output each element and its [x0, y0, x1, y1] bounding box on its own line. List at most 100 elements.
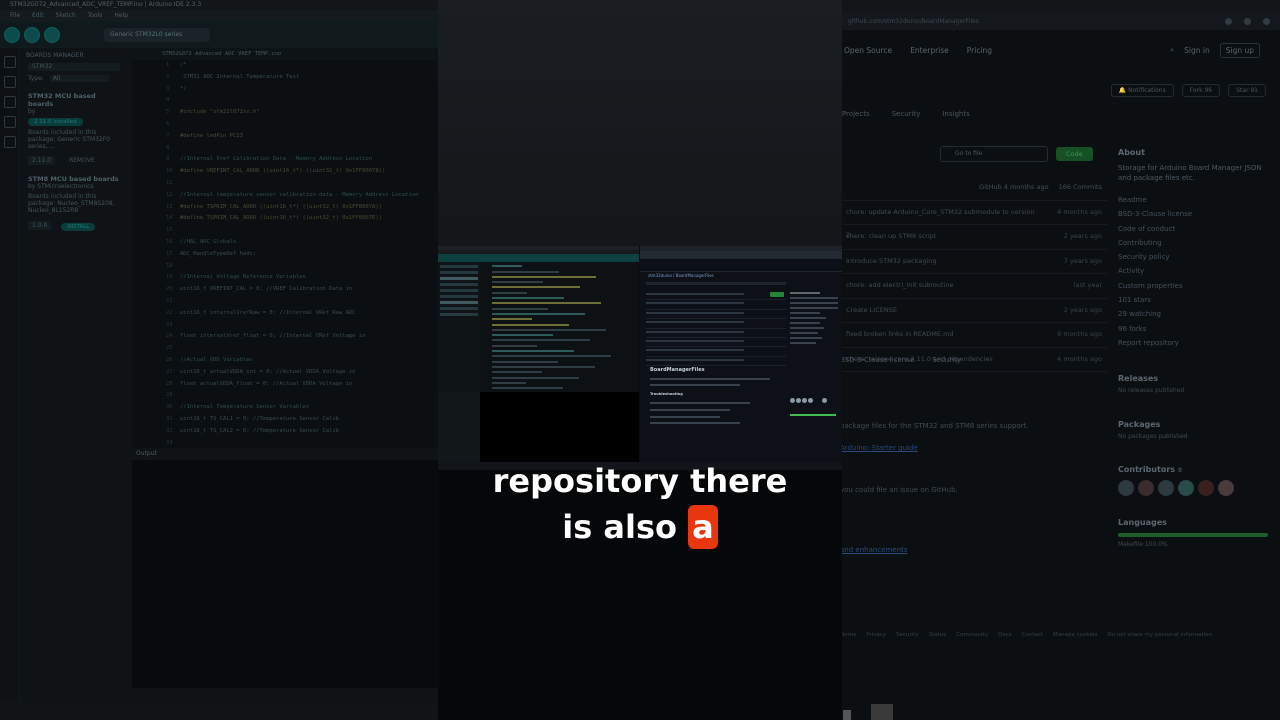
footer-link[interactable]: Community [956, 632, 988, 638]
star-button[interactable]: Star 91 [1228, 83, 1266, 97]
debug-panel-icon[interactable] [4, 116, 16, 128]
footer-link[interactable]: Docs [998, 632, 1012, 638]
notifications-button[interactable]: 🔔 Notifications [1110, 83, 1174, 97]
tab-license[interactable]: BSD-3-Clause license [840, 356, 914, 364]
readme-link[interactable]: and enhancements [840, 544, 1108, 556]
about-meta-item[interactable]: 96 forks [1118, 322, 1276, 336]
remove-button[interactable]: REMOVE [69, 157, 95, 164]
footer-link[interactable]: Manage cookies [1053, 632, 1097, 638]
commit-message[interactable]: Introduce STM32 packaging [846, 250, 1042, 274]
commits-link[interactable]: 166 Commits [1059, 176, 1102, 200]
upload-icon[interactable] [24, 27, 40, 43]
menu-tools[interactable]: Tools [88, 12, 103, 19]
footer-link[interactable]: Terms [840, 632, 856, 638]
readme-link[interactable]: Arduino: Starter guide [840, 442, 1108, 454]
code-editor[interactable]: STM32G072 Advanced ADC VREF TEMP.ino 1 /*… [132, 48, 440, 528]
boards-manager-panel: BOARDS MANAGER STM32 Type: All STM32 MCU… [20, 48, 128, 448]
verify-icon[interactable] [4, 27, 20, 43]
releases-title[interactable]: Releases [1118, 374, 1184, 383]
file-tab[interactable]: STM32G072 Advanced ADC VREF TEMP.ino [132, 48, 440, 60]
board-selector[interactable]: Generic STM32L0 series [104, 28, 210, 42]
sign-up-button[interactable]: Sign up [1219, 42, 1260, 58]
about-meta-item[interactable]: 101 stars [1118, 293, 1276, 307]
commit-age: 4 months ago [1057, 354, 1102, 363]
address-bar[interactable]: github.com/stm32duino/BoardManagerFiles [840, 12, 1280, 30]
footer-link[interactable]: Security [896, 632, 919, 638]
footer-link[interactable]: Contact [1022, 632, 1043, 638]
debug-icon[interactable] [44, 27, 60, 43]
commit-message[interactable]: Create LICENSE [846, 299, 1042, 323]
avatar[interactable] [1158, 480, 1174, 496]
tab-insights[interactable]: Insights [942, 110, 969, 128]
tab-projects[interactable]: Projects [842, 110, 870, 128]
avatar[interactable] [1218, 480, 1234, 496]
nav-enterprise[interactable]: Enterprise [910, 46, 949, 55]
contributors-title[interactable]: Contributors 8 [1118, 465, 1234, 474]
menu-file[interactable]: File [10, 12, 20, 19]
contributor-avatars [1118, 480, 1234, 496]
library-manager-icon[interactable] [4, 96, 16, 108]
extensions-icon[interactable] [1225, 17, 1232, 25]
packages-title[interactable]: Packages [1118, 420, 1188, 429]
about-meta-item[interactable]: Custom properties [1118, 279, 1276, 293]
tab-security[interactable]: Security [892, 110, 921, 128]
nav-pricing[interactable]: Pricing [967, 46, 992, 55]
caption-highlighted-word: a [688, 505, 718, 549]
line-number: 9 [166, 156, 170, 163]
commit-age: 9 months ago [1057, 330, 1102, 338]
commit-message[interactable]: chore: add electrl_init subroutine [846, 274, 1042, 298]
avatar[interactable] [1178, 480, 1194, 496]
type-filter-select[interactable]: All [49, 75, 109, 82]
code-text: /* [180, 62, 187, 68]
code-text: #define TSPRIM_CAL_ADDR ((uint16_t*) ((u… [180, 203, 382, 210]
nav-open-source[interactable]: Open Source [844, 46, 892, 55]
footer-link[interactable]: Privacy [866, 632, 886, 638]
about-meta-item[interactable]: 29 watching [1118, 307, 1276, 321]
menu-sketch[interactable]: Sketch [56, 12, 76, 19]
go-to-file-input[interactable]: Go to file [940, 146, 1048, 162]
file-row[interactable]: Introduce STM32 packaging 7 years ago [840, 250, 1108, 274]
version-select[interactable]: 1.0.0 [28, 221, 52, 230]
about-meta-item[interactable]: Report repository [1118, 336, 1276, 350]
file-row[interactable]: fixed broken links in README.md 9 months … [840, 323, 1108, 348]
about-meta-item[interactable]: Activity [1118, 264, 1276, 278]
avatar[interactable] [1138, 480, 1154, 496]
commit-message[interactable]: chore: update Arduino_Core_STM32 submodu… [846, 201, 1042, 240]
code-line: 5 #include "stm32l072xx.h" [132, 107, 440, 119]
ide-status-bar [0, 700, 440, 720]
version-select[interactable]: 2.11.0 [28, 156, 56, 165]
search-icon[interactable] [4, 136, 16, 148]
boards-manager-icon[interactable] [4, 76, 16, 88]
file-row[interactable]: chore: update Arduino_Core_STM32 submodu… [840, 201, 1108, 240]
file-row[interactable]: chore: add electrl_init subroutine last y… [840, 274, 1108, 299]
mini-file-row [646, 339, 786, 348]
install-button[interactable]: INSTALL [61, 223, 96, 231]
code-line: 32 uint16_t TS_CAL2 = 0; //Temperature Se… [132, 426, 440, 438]
file-row[interactable]: Create LICENSE 2 years ago [840, 299, 1108, 323]
search-icon[interactable]: ⌕ [1170, 45, 1174, 55]
avatar[interactable] [1198, 480, 1214, 496]
bookmark-icon[interactable] [1244, 17, 1251, 25]
menu-edit[interactable]: Edit [32, 12, 44, 19]
about-meta-item[interactable]: Security policy [1118, 250, 1276, 264]
about-meta-item[interactable]: BSD-3-Clause license [1118, 207, 1276, 221]
commit-message[interactable]: fixed broken links in README.md [846, 323, 1042, 347]
footer-link[interactable]: Do not share my personal information [1107, 632, 1212, 638]
tab-security-policy[interactable]: Security [932, 356, 961, 364]
avatar[interactable] [1118, 480, 1134, 496]
fork-button[interactable]: Fork 96 [1181, 83, 1221, 97]
about-meta-item[interactable]: Code of conduct [1118, 222, 1276, 236]
sketchbook-icon[interactable] [4, 56, 16, 68]
language-bar [1118, 533, 1268, 537]
code-button[interactable]: Code [1056, 147, 1093, 161]
about-meta-item[interactable]: Readme [1118, 193, 1276, 207]
mini-code-line [492, 318, 532, 321]
profile-icon[interactable] [1263, 17, 1270, 25]
menu-help[interactable]: Help [114, 12, 128, 19]
boards-search-input[interactable]: STM32 [28, 63, 120, 71]
file-row[interactable]: chore: clean up STM8 script 2 years ago [840, 225, 1108, 250]
about-meta-item[interactable]: Contributing [1118, 236, 1276, 250]
footer-link[interactable]: Status [929, 632, 947, 638]
sign-in-link[interactable]: Sign in [1184, 46, 1210, 55]
commit-message[interactable]: chore: clean up STM8 script [846, 225, 1042, 249]
